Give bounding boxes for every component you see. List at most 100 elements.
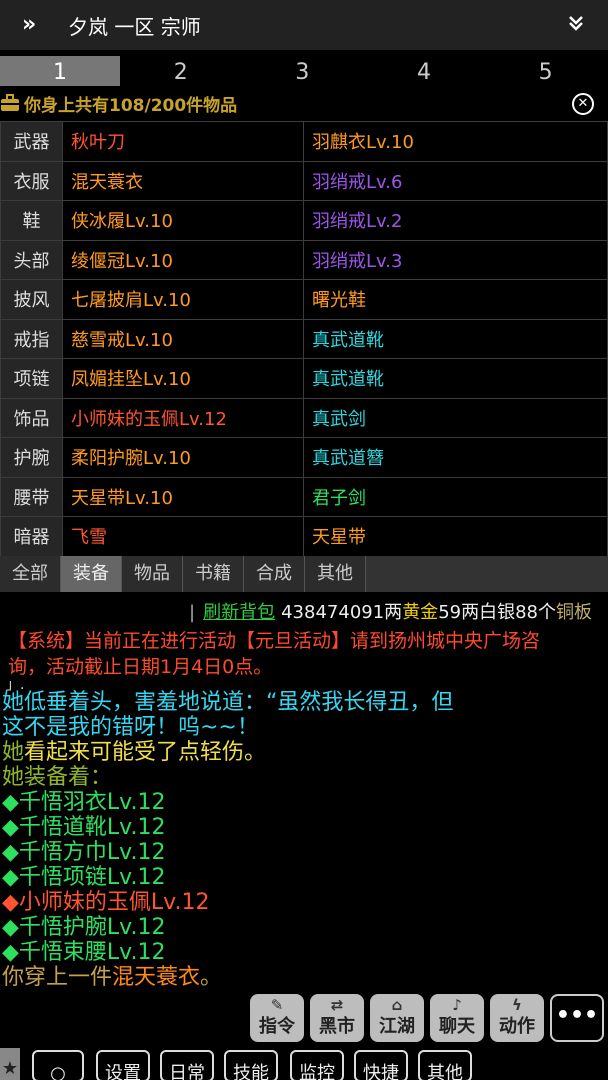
equipment-slot-label: 护腕	[0, 437, 63, 478]
server-title: 夕岚 一区 宗师	[68, 14, 201, 39]
lightning-icon: ϟ	[512, 996, 522, 1014]
equipment-row: 项链 凤媚挂坠Lv.10 真武道靴	[0, 358, 608, 399]
pencil-icon: ✎	[270, 996, 284, 1014]
inventory-count: 你身上共有108/200件物品	[24, 95, 238, 116]
equipped-item[interactable]: 绫偃冠Lv.10	[62, 239, 304, 280]
tab-other[interactable]: 其他	[305, 556, 366, 592]
bottom-tab-skills[interactable]: 技能	[224, 1050, 278, 1080]
bottom-tab-daily[interactable]: 日常	[160, 1050, 214, 1080]
tab-synthesis[interactable]: 合成	[244, 556, 305, 592]
bag-item[interactable]: 天星带	[303, 516, 608, 557]
equipped-item[interactable]: 七屠披肩Lv.10	[62, 279, 304, 320]
refresh-bag-link[interactable]: 刷新背包	[203, 602, 275, 623]
more-button[interactable]: •••	[550, 994, 604, 1042]
equipped-item[interactable]: 混天蓑衣	[62, 160, 304, 201]
page-tab-2[interactable]: 2	[120, 56, 242, 86]
wear-line: 你穿上一件混天蓑衣。	[0, 965, 608, 990]
equipment-slot-label: 衣服	[0, 160, 63, 201]
money-line: | 刷新背包 438474091两黄金59两白银88个铜板	[0, 598, 608, 626]
bag-item[interactable]: 真武道靴	[303, 318, 608, 359]
bag-item[interactable]: 君子剑	[303, 476, 608, 517]
equipped-list-item[interactable]: ◆千悟束腰Lv.12	[0, 940, 608, 965]
bottom-tab-circle[interactable]: ○	[32, 1050, 84, 1080]
command-button-blackmarket[interactable]: ⇄ 黑市	[310, 994, 364, 1042]
equipment-row: 头部 绫偃冠Lv.10 羽绡戒Lv.3	[0, 239, 608, 280]
tab-books[interactable]: 书籍	[183, 556, 244, 592]
speech-line-2: 这不是我的错呀！呜~~！	[2, 715, 259, 740]
system-message: 【系统】当前正在进行活动【元旦活动】请到扬州城中央广场咨 询，活动截止日期1月4…	[0, 628, 608, 680]
wear-prefix: 你穿上一件	[2, 965, 113, 990]
home-icon: ⌂	[391, 996, 403, 1014]
speaker-icon: ♪	[452, 996, 462, 1014]
equipment-row: 披风 七屠披肩Lv.10 曙光鞋	[0, 279, 608, 320]
equipment-row: 衣服 混天蓑衣 羽绡戒Lv.6	[0, 160, 608, 201]
npc-pronoun[interactable]: 她	[2, 740, 24, 765]
page-tab-1[interactable]: 1	[0, 56, 120, 86]
command-button-action[interactable]: ϟ 动作	[490, 994, 544, 1042]
equipped-list-item[interactable]: ◆小师妹的玉佩Lv.12	[0, 890, 608, 915]
equipped-item[interactable]: 天星带Lv.10	[62, 476, 304, 517]
bottom-tab-shortcut[interactable]: 快捷	[354, 1050, 408, 1080]
category-tabs: 全部 装备 物品 书籍 合成 其他	[0, 556, 608, 592]
equipped-list-item[interactable]: ◆千悟护腕Lv.12	[0, 915, 608, 940]
tab-items[interactable]: 物品	[122, 556, 183, 592]
page-tabs: 1 2 3 4 5	[0, 56, 608, 86]
equipment-row: 暗器 飞雪 天星带	[0, 516, 608, 557]
bag-item[interactable]: 羽麒衣Lv.10	[303, 121, 608, 162]
page-tab-3[interactable]: 3	[242, 56, 364, 86]
status-line: 她看起来可能受了点轻伤。	[0, 740, 608, 765]
command-button-jianghu[interactable]: ⌂ 江湖	[370, 994, 424, 1042]
bag-item[interactable]: 真武道簪	[303, 437, 608, 478]
equipped-list-item[interactable]: ◆千悟项链Lv.12	[0, 865, 608, 890]
equipment-slot-label: 头部	[0, 239, 63, 280]
equipped-item[interactable]: 飞雪	[62, 516, 304, 557]
equipped-item[interactable]: 慈雪戒Lv.10	[62, 318, 304, 359]
equipment-slot-label: 饰品	[0, 397, 63, 438]
equipment-row: 戒指 慈雪戒Lv.10 真武道靴	[0, 318, 608, 359]
bag-item[interactable]: 羽绡戒Lv.3	[303, 239, 608, 280]
equipped-item[interactable]: 侠冰履Lv.10	[62, 200, 304, 241]
bottom-tab-monitor[interactable]: 监控	[290, 1050, 344, 1080]
bottom-tab-settings[interactable]: 设置	[96, 1050, 150, 1080]
page-tab-4[interactable]: 4	[363, 56, 485, 86]
equipment-table: 武器 秋叶刀 羽麒衣Lv.10 衣服 混天蓑衣 羽绡戒Lv.6 鞋侠冰履Lv.10 羽绡戒Lv…	[0, 121, 608, 557]
equipment-slot-label: 腰带	[0, 476, 63, 517]
star-icon[interactable]: ★	[0, 1048, 20, 1080]
chevron-down-icon[interactable]	[568, 14, 584, 36]
divider: |	[189, 602, 196, 623]
shuffle-icon: ⇄	[330, 996, 344, 1014]
equipment-slot-label: 武器	[0, 121, 63, 162]
bottom-tab-other[interactable]: 其他	[418, 1050, 472, 1080]
briefcase-icon	[0, 94, 19, 112]
command-button-instructions[interactable]: ✎ 指令	[250, 994, 304, 1042]
equipped-list-item[interactable]: ◆千悟羽衣Lv.12	[0, 790, 608, 815]
equipped-list-item[interactable]: ◆千悟道靴Lv.12	[0, 815, 608, 840]
system-message-line1: 【系统】当前正在进行活动【元旦活动】请到扬州城中央广场咨	[8, 630, 541, 652]
log-fragment: 」.	[6, 677, 25, 693]
bag-item[interactable]: 羽绡戒Lv.2	[303, 200, 608, 241]
equipped-item[interactable]: 秋叶刀	[62, 121, 304, 162]
bag-item[interactable]: 真武剑	[303, 397, 608, 438]
equipped-item[interactable]: 小师妹的玉佩Lv.12	[62, 397, 304, 438]
equipment-row: 护腕 柔阳护腕Lv.10 真武道簪	[0, 437, 608, 478]
speech-line-1: 她低垂着头，害羞地说道：“虽然我长得丑，但	[2, 690, 454, 715]
tab-all[interactable]: 全部	[0, 556, 61, 592]
expand-icon[interactable]: »	[22, 14, 52, 36]
page-tab-5[interactable]: 5	[485, 56, 607, 86]
equipped-list-item[interactable]: ◆千悟方巾Lv.12	[0, 840, 608, 865]
equipped-item[interactable]: 柔阳护腕Lv.10	[62, 437, 304, 478]
equipped-item[interactable]: 凤媚挂坠Lv.10	[62, 358, 304, 399]
bag-item[interactable]: 曙光鞋	[303, 279, 608, 320]
system-message-line2: 询，活动截止日期1月4日0点。	[8, 656, 273, 678]
tab-equipment[interactable]: 装备	[61, 556, 122, 592]
bag-item[interactable]: 真武道靴	[303, 358, 608, 399]
equipment-row: 腰带 天星带Lv.10 君子剑	[0, 476, 608, 517]
money-amount-2: 59两白银88个	[438, 602, 556, 623]
wear-item[interactable]: 混天蓑衣	[112, 965, 200, 990]
equipment-slot-label: 暗器	[0, 516, 63, 557]
bag-item[interactable]: 羽绡戒Lv.6	[303, 160, 608, 201]
close-icon[interactable]: ✕	[572, 93, 594, 115]
command-button-chat[interactable]: ♪ 聊天	[430, 994, 484, 1042]
equipment-slot-label: 披风	[0, 279, 63, 320]
equipment-slot-label: 鞋	[0, 200, 63, 241]
